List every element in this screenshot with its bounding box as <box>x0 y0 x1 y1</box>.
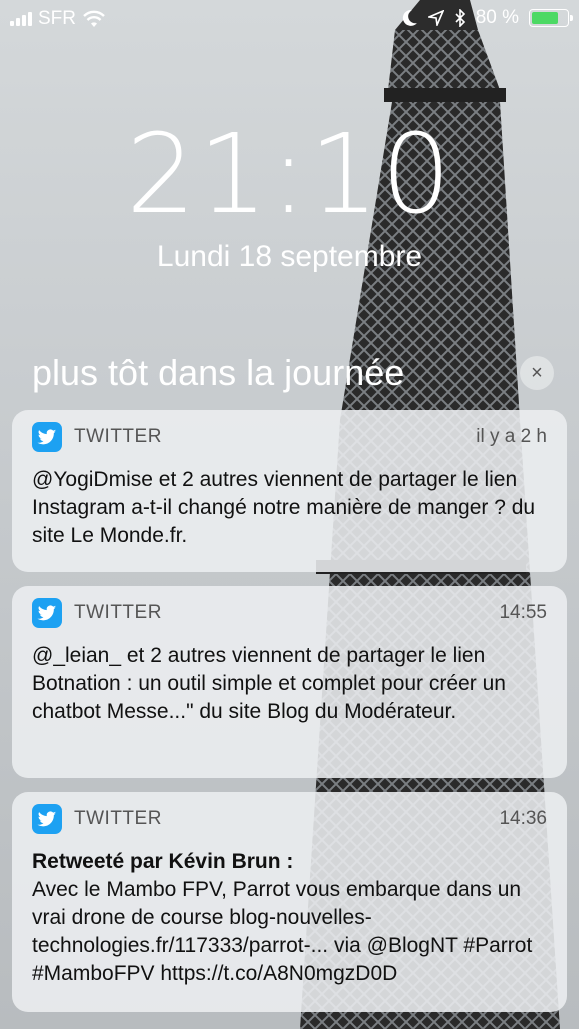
notification-time: 14:36 <box>499 808 547 829</box>
moon-icon <box>402 9 417 26</box>
notification-app-name: TWITTER <box>74 426 162 447</box>
twitter-icon <box>32 422 62 452</box>
notification-body-container: Retweeté par Kévin Brun : Avec le Mambo … <box>32 848 547 988</box>
status-bar: SFR 80 % <box>0 0 579 38</box>
clear-notifications-button[interactable]: × <box>520 356 554 390</box>
notification-time: 14:55 <box>499 602 547 623</box>
notification-card[interactable]: TWITTER il y a 2 h @YogiDmise et 2 autre… <box>12 410 567 572</box>
notification-header: TWITTER 14:36 <box>32 792 547 846</box>
notification-card[interactable]: TWITTER 14:55 @_leian_ et 2 autres vienn… <box>12 586 567 778</box>
close-icon: × <box>531 361 543 384</box>
status-left: SFR <box>10 8 106 30</box>
battery-percent: 80 % <box>475 7 519 28</box>
notification-time: il y a 2 h <box>476 426 547 447</box>
signal-icon <box>10 12 32 26</box>
notification-app-name: TWITTER <box>74 602 162 623</box>
bluetooth-icon <box>455 9 465 27</box>
notification-card[interactable]: TWITTER 14:36 Retweeté par Kévin Brun : … <box>12 792 567 1012</box>
notification-app-name: TWITTER <box>74 808 162 829</box>
location-icon <box>427 10 444 26</box>
notification-body: @_leian_ et 2 autres viennent de partage… <box>32 644 506 723</box>
carrier-label: SFR <box>38 8 76 29</box>
twitter-icon <box>32 804 62 834</box>
battery-icon <box>529 9 573 27</box>
wifi-icon <box>83 10 105 27</box>
lock-date: Lundi 18 septembre <box>156 240 423 273</box>
notification-header: TWITTER il y a 2 h <box>32 410 547 464</box>
notification-header: TWITTER 14:55 <box>32 586 547 640</box>
notification-body: Avec le Mambo FPV, Parrot vous embarque … <box>32 878 533 985</box>
section-title: plus tôt dans la journée <box>32 352 405 393</box>
status-right: 80 % <box>402 7 573 29</box>
notification-title: Retweeté par Kévin Brun : <box>32 850 294 873</box>
twitter-icon <box>32 598 62 628</box>
lock-time: 21:10 <box>125 110 453 238</box>
notification-body: @YogiDmise et 2 autres viennent de parta… <box>32 468 536 547</box>
